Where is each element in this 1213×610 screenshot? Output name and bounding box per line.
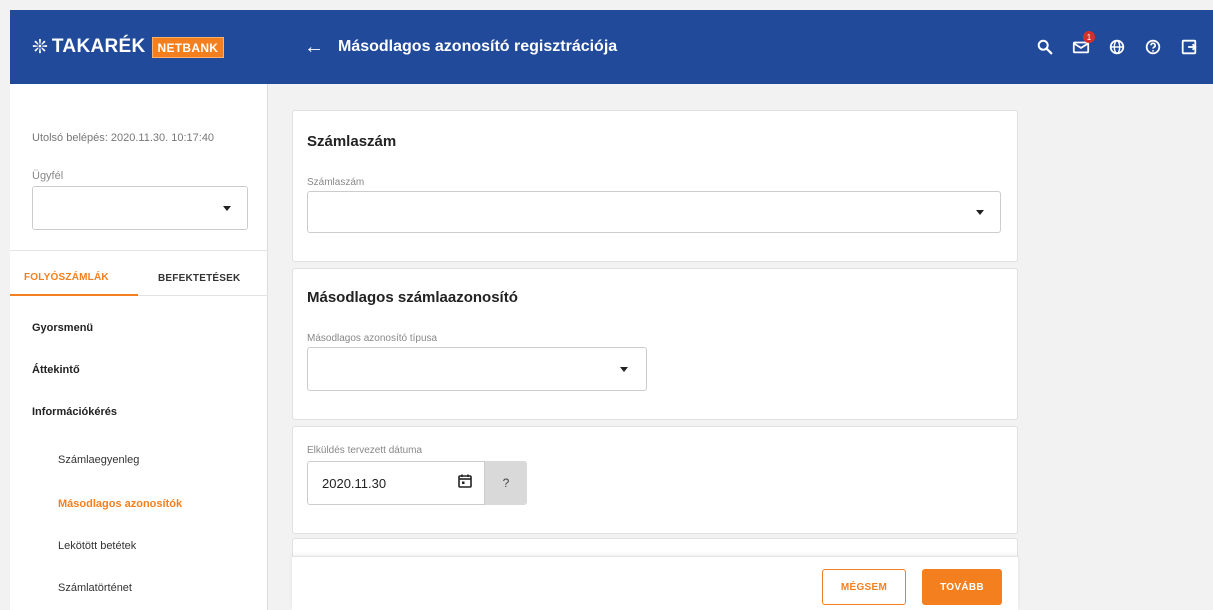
top-bar: ❊ TAKARÉK NETBANK ← Másodlagos azonosító…	[10, 10, 1213, 84]
page-title: Másodlagos azonosító regisztrációja	[338, 38, 618, 55]
calendar-icon[interactable]	[458, 474, 472, 488]
sidebar-subitem-masodlagos-azonositok[interactable]: Másodlagos azonosítók	[58, 498, 182, 510]
cancel-button[interactable]: MÉGSEM	[822, 569, 906, 605]
sidebar-subitem-szamlatortenet[interactable]: Számlatörténet	[58, 582, 132, 594]
sidebar-tabs: FOLYÓSZÁMLÁK BEFEKTETÉSEK	[10, 260, 268, 296]
send-date-input[interactable]: 2020.11.30	[307, 461, 485, 505]
divider	[10, 250, 268, 251]
sidebar-subitem-szamlaegyenleg[interactable]: Számlaegyenleg	[58, 454, 139, 466]
globe-icon[interactable]	[1099, 29, 1135, 65]
send-date-card: Elküldés tervezett dátuma 2020.11.30 ?	[292, 426, 1018, 534]
send-date-value: 2020.11.30	[322, 475, 387, 491]
logo-badge: NETBANK	[151, 36, 225, 58]
secondary-id-card: Másodlagos számlaazonosító Másodlagos az…	[292, 268, 1018, 420]
chevron-down-icon	[223, 206, 231, 211]
client-label: Ügyfél	[32, 170, 64, 182]
arrow-left-icon[interactable]: ←	[304, 36, 338, 59]
search-icon[interactable]	[1027, 29, 1063, 65]
logo-text: TAKARÉK	[51, 36, 146, 57]
help-icon[interactable]	[1135, 29, 1171, 65]
date-help-button[interactable]: ?	[485, 461, 527, 505]
next-button[interactable]: TOVÁBB	[922, 569, 1002, 605]
send-date-label: Elküldés tervezett dátuma	[307, 445, 423, 456]
sidebar-item-informaciokeres[interactable]: Információkérés	[32, 406, 117, 418]
secondary-id-card-title: Másodlagos számlaazonosító	[307, 289, 518, 306]
notification-badge: 1	[1083, 31, 1095, 43]
chevron-down-icon	[976, 210, 984, 215]
logo[interactable]: ❊ TAKARÉK NETBANK	[32, 36, 290, 59]
sidebar-subitem-lekotott-betetek[interactable]: Lekötött betétek	[58, 540, 136, 552]
tab-folyoszamlak[interactable]: FOLYÓSZÁMLÁK	[10, 260, 138, 296]
last-login-text: Utolsó belépés: 2020.11.30. 10:17:40	[32, 132, 215, 144]
chevron-down-icon	[620, 367, 628, 372]
action-bar: MÉGSEM TOVÁBB	[292, 556, 1018, 610]
account-field-label: Számlaszám	[307, 177, 365, 188]
top-icon-bar: 1	[1027, 29, 1207, 65]
logout-icon[interactable]	[1171, 29, 1207, 65]
account-card: Számlaszám Számlaszám	[292, 110, 1018, 262]
sidebar: Utolsó belépés: 2020.11.30. 10:17:40 Ügy…	[10, 84, 268, 610]
account-select[interactable]	[307, 191, 1001, 233]
client-select[interactable]	[32, 186, 248, 230]
sidebar-item-gyorsmenu[interactable]: Gyorsmenü	[32, 322, 93, 334]
tab-befektetesek[interactable]: BEFEKTETÉSEK	[146, 260, 252, 296]
secondary-id-type-select[interactable]	[307, 347, 647, 391]
mail-icon[interactable]: 1	[1063, 29, 1099, 65]
account-card-title: Számlaszám	[307, 133, 397, 150]
logo-mark: ❊	[32, 36, 48, 58]
sidebar-item-attekinto[interactable]: Áttekintő	[32, 364, 80, 376]
secondary-id-type-label: Másodlagos azonosító típusa	[307, 333, 438, 344]
